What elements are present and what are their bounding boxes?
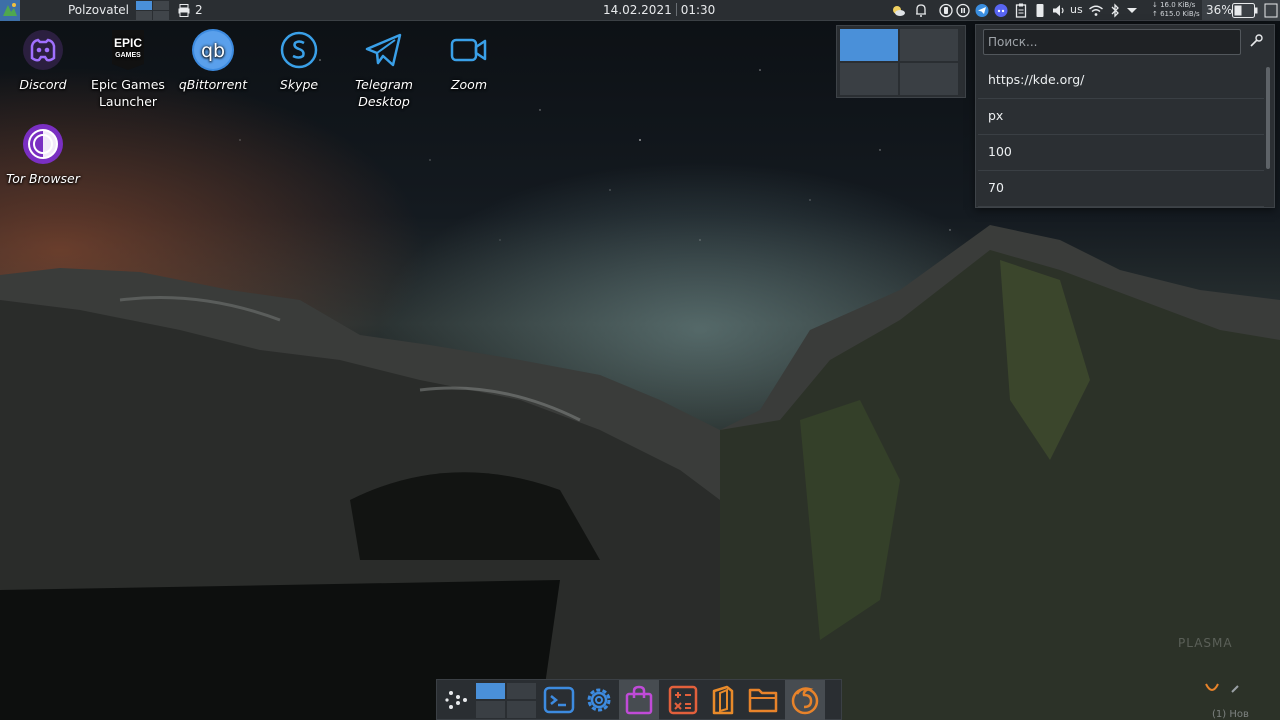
- bluetooth-icon[interactable]: [1107, 2, 1123, 19]
- battery-icon: [1232, 3, 1258, 18]
- desktop-1-cell[interactable]: [136, 1, 152, 10]
- clipboard-popup: https://kde.org/ px 100 70: [975, 24, 1275, 208]
- top-panel: Polzovatel 2 14.02.2021 01:30 us ↓ 16.0 K…: [0, 0, 1280, 21]
- desktop-icon-telegram[interactable]: Telegram Desktop: [341, 28, 427, 110]
- kdeconnect-icon[interactable]: [938, 2, 954, 19]
- desktop-icon-label: qBittorrent: [178, 77, 248, 92]
- epic-logo-text: EPIC: [114, 36, 142, 50]
- keyboard-layout-indicator[interactable]: us: [1070, 3, 1083, 16]
- calculator-icon: [668, 685, 698, 715]
- telegram-icon: [365, 33, 402, 67]
- printer-icon[interactable]: [178, 4, 190, 17]
- clipboard-scrollbar[interactable]: [1266, 67, 1270, 169]
- desktop-icon-skype[interactable]: Skype: [256, 28, 342, 93]
- desktop-2-cell[interactable]: [153, 1, 169, 10]
- net-upload-speed: ↑ 615.0 KiB/s: [1152, 10, 1200, 18]
- desktop-3-cell[interactable]: [136, 11, 152, 20]
- desktop-4-cell[interactable]: [153, 11, 169, 20]
- desktop-icon-label: Skype: [279, 77, 319, 92]
- desktop-icon-qbittorrent[interactable]: qb qBittorrent: [170, 28, 256, 93]
- virtual-desktop-pager[interactable]: [135, 1, 169, 20]
- battery-percentage: 36%: [1206, 3, 1233, 17]
- weather-icon[interactable]: [890, 2, 906, 19]
- office-icon: [712, 685, 734, 715]
- desktop-icon-label: Epic Games Launcher: [91, 77, 165, 109]
- pager-icon: [476, 683, 536, 718]
- dock-item-firefox[interactable]: [785, 680, 825, 720]
- qb-logo-text: qb: [201, 40, 225, 62]
- folder-icon: [748, 688, 778, 713]
- clipboard-item[interactable]: https://kde.org/: [978, 63, 1264, 99]
- desktop-icon-label: Telegram Desktop: [355, 77, 413, 109]
- clock-date: 14.02.2021: [603, 3, 672, 17]
- dock-item-terminal[interactable]: [539, 680, 579, 720]
- wifi-icon[interactable]: [1088, 2, 1104, 19]
- discord-tray-icon[interactable]: [993, 2, 1009, 19]
- digital-clock[interactable]: 14.02.2021 01:30: [603, 3, 715, 17]
- pager-desktop-4[interactable]: [900, 63, 958, 95]
- desktop-icon-label: Discord: [19, 77, 67, 92]
- pager-desktop-1[interactable]: [840, 29, 898, 61]
- terminal-icon: [543, 686, 575, 714]
- gear-icon: [587, 688, 611, 712]
- epic-logo-subtext: GAMES: [115, 52, 141, 59]
- clipboard-search-input[interactable]: [983, 29, 1241, 55]
- clipboard-item[interactable]: 70: [978, 171, 1264, 207]
- tor-browser-icon: [23, 124, 63, 164]
- dock-item-launcher[interactable]: [437, 680, 477, 720]
- clipboard-history-list: https://kde.org/ px 100 70: [978, 63, 1264, 207]
- discord-icon: [23, 30, 63, 70]
- desktop-icon-epic-games[interactable]: EPIC GAMES Epic Games Launcher: [85, 28, 171, 110]
- media-player-icon[interactable]: [955, 2, 971, 19]
- launcher-icon: [445, 691, 467, 709]
- desktop-icon-label: Tor Browser: [6, 171, 80, 186]
- corner-notification-hint: (1) Нов: [1212, 709, 1249, 720]
- corner-applet-icon: [1205, 683, 1239, 693]
- desktop-icon-tor-browser[interactable]: Tor Browser: [0, 122, 86, 187]
- pager-desktop-2[interactable]: [900, 29, 958, 61]
- show-desktop-icon[interactable]: [1264, 2, 1278, 19]
- desktop-icon-label: Zoom: [450, 77, 488, 92]
- clipboard-icon[interactable]: [1013, 2, 1029, 19]
- clipboard-item[interactable]: 100: [978, 135, 1264, 171]
- skype-icon: [280, 31, 318, 69]
- firefox-icon: [791, 687, 819, 715]
- volume-icon[interactable]: [1051, 2, 1067, 19]
- dock-item-pager[interactable]: [475, 680, 537, 720]
- dock-item-calculator[interactable]: [663, 680, 703, 720]
- dock-item-file-manager[interactable]: [743, 680, 783, 720]
- shopping-bag-icon: [625, 685, 653, 715]
- telegram-tray-icon[interactable]: [974, 2, 990, 19]
- dock-item-software-store[interactable]: [619, 680, 659, 720]
- zoom-icon: [450, 38, 487, 62]
- plasma-watermark: PLASMA: [1178, 636, 1233, 650]
- username-label: Polzovatel: [68, 3, 130, 17]
- clipboard-item[interactable]: px: [978, 99, 1264, 135]
- configure-clipboard-icon[interactable]: [1248, 33, 1264, 49]
- net-download-speed: ↓ 16.0 KiB/s: [1152, 1, 1196, 9]
- desktop-icon-discord[interactable]: Discord: [0, 28, 86, 93]
- epic-games-icon: EPIC GAMES: [112, 30, 144, 70]
- desktop-icon-zoom[interactable]: Zoom: [426, 28, 512, 93]
- qbittorrent-icon: qb: [192, 29, 234, 71]
- pager-desktop-3[interactable]: [840, 63, 898, 95]
- clock-time: 01:30: [680, 3, 716, 17]
- phone-device-icon[interactable]: [1032, 2, 1048, 19]
- dock-item-office[interactable]: [703, 680, 743, 720]
- application-launcher-icon[interactable]: [0, 0, 20, 21]
- tray-expander-arrow-icon[interactable]: [1124, 2, 1140, 19]
- network-speed-monitor: ↓ 16.0 KiB/s ↑ 615.0 KiB/s: [1152, 1, 1200, 19]
- pager-popup: [836, 25, 966, 98]
- notifications-bell-icon[interactable]: [913, 2, 929, 19]
- print-queue-count: 2: [195, 3, 203, 17]
- dock-item-settings[interactable]: [579, 680, 619, 720]
- bottom-dock: [436, 679, 842, 720]
- battery-indicator[interactable]: 36%: [1202, 0, 1280, 21]
